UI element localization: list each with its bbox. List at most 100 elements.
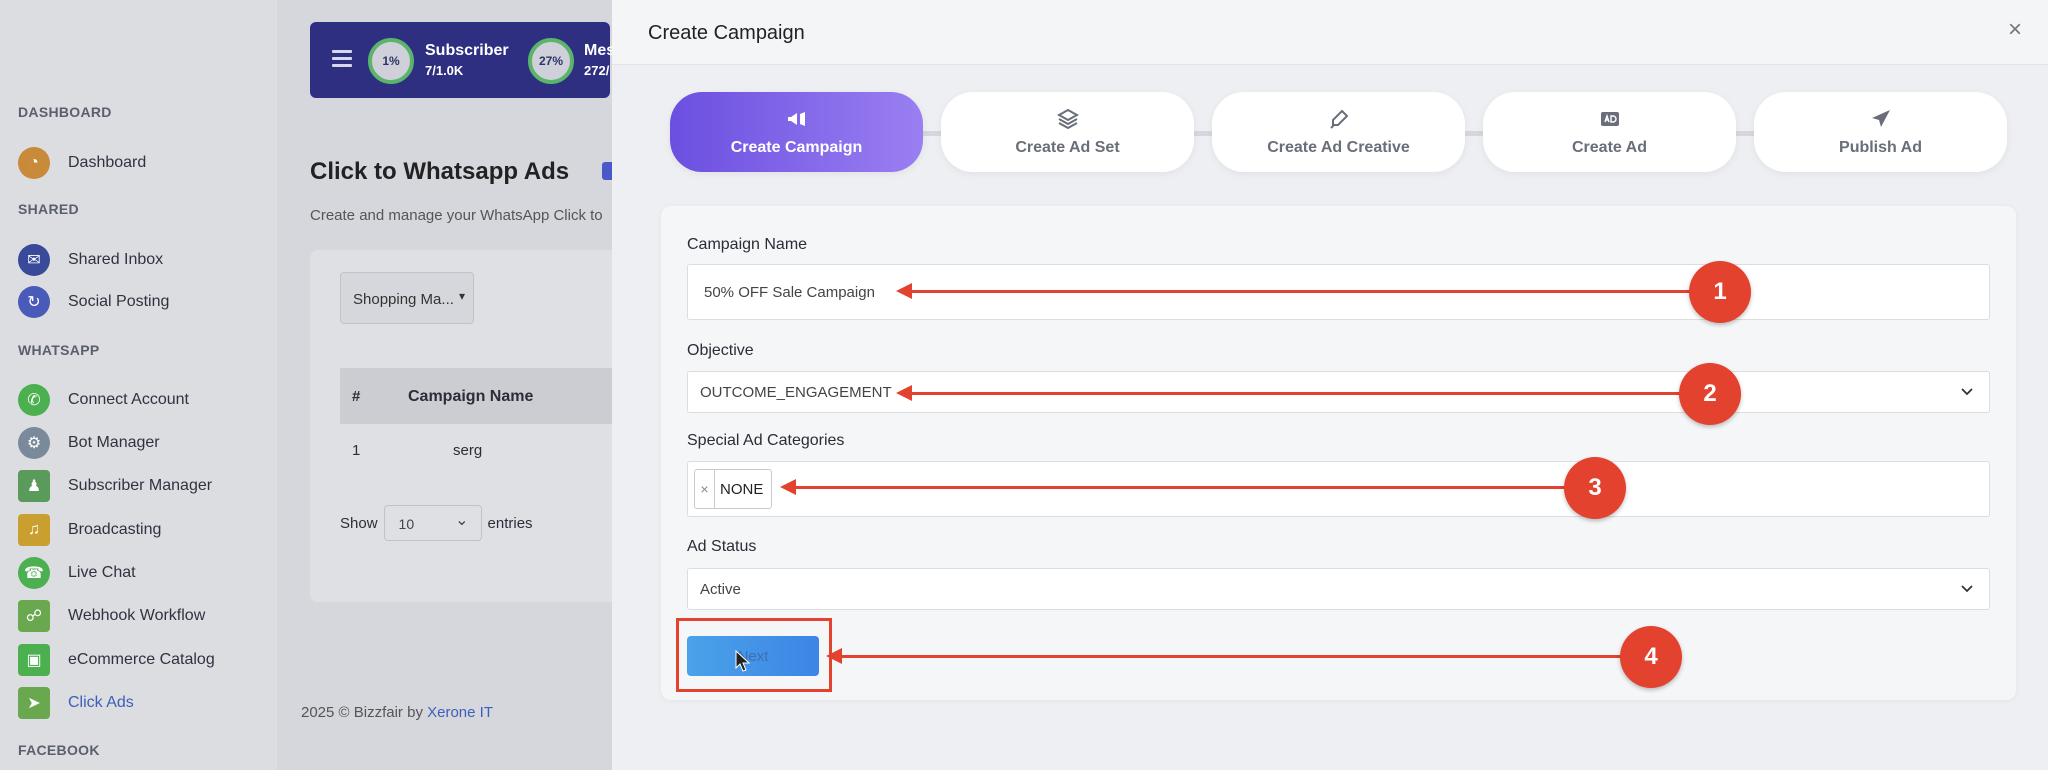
ad-status-select[interactable]: Active (687, 568, 1990, 610)
step-create-ad-creative[interactable]: Create Ad Creative (1212, 92, 1465, 172)
subscriber-label: Subscriber (425, 42, 509, 59)
sidebar-item-label: Broadcasting (68, 521, 162, 538)
campaign-form: Campaign Name Objective OUTCOME_ENGAGEME… (661, 206, 2016, 700)
account-filter-dropdown[interactable]: Shopping Ma... (340, 272, 474, 324)
sidebar-item-label: Subscriber Manager (68, 477, 213, 494)
sidebar-item-subscriber-manager[interactable]: ♟ Subscriber Manager (18, 469, 268, 503)
sidebar-item-dashboard[interactable]: ◔ Dashboard (18, 146, 268, 180)
page-subtitle: Create and manage your WhatsApp Click to (310, 207, 603, 224)
layers-icon (1056, 108, 1079, 130)
category-tag-value: NONE (720, 480, 764, 498)
chat-icon: ☎ (18, 557, 50, 589)
sidebar-item-connect-account[interactable]: ✆ Connect Account (18, 383, 268, 417)
message-usage: Mes 272/ (584, 42, 615, 78)
sidebar-item-live-chat[interactable]: ☎ Live Chat (18, 556, 268, 590)
annotation-badge-1: 1 (1689, 261, 1751, 323)
sidebar-item-ecommerce-catalog[interactable]: ▣ eCommerce Catalog (18, 643, 268, 677)
chevron-down-icon (1961, 585, 1973, 593)
annotation-arrow-1 (896, 283, 1690, 299)
message-count: 272/ (584, 63, 610, 78)
bot-icon: ⚙ (18, 427, 50, 459)
step-label: Create Ad (1572, 139, 1647, 156)
send-icon (1871, 110, 1890, 127)
step-label: Create Ad Creative (1267, 139, 1410, 156)
entries-label: entries (487, 514, 533, 532)
sidebar-item-social-posting[interactable]: ↻ Social Posting (18, 285, 268, 319)
annotation-badge-2: 2 (1679, 363, 1741, 425)
special-ad-categories-input[interactable]: × NONE (687, 461, 1990, 517)
close-icon[interactable]: × (2000, 16, 2030, 44)
annotation-highlight-box (676, 618, 832, 692)
sidebar-item-webhook-workflow[interactable]: ☍ Webhook Workflow (18, 599, 268, 633)
sidebar-section-shared: SHARED (18, 201, 79, 217)
sidebar-section-facebook: FACEBOOK (18, 742, 100, 758)
sidebar: DASHBOARD ◔ Dashboard SHARED ✉ Shared In… (0, 0, 277, 770)
category-tag: × NONE (694, 469, 773, 509)
share-icon: ↻ (18, 286, 50, 318)
step-label: Create Ad Set (1015, 139, 1120, 156)
objective-value: OUTCOME_ENGAGEMENT (700, 383, 892, 401)
row-number: 1 (352, 442, 361, 459)
row-campaign-name: serg (453, 442, 483, 459)
objective-label: Objective (687, 342, 754, 359)
entries-select[interactable]: 10 (383, 505, 482, 541)
step-label: Publish Ad (1839, 139, 1922, 156)
subscriber-count: 7/1.0K (425, 63, 464, 78)
whatsapp-icon: ✆ (18, 384, 50, 416)
mouse-pointer-icon (735, 650, 751, 672)
sidebar-item-label: eCommerce Catalog (68, 651, 215, 668)
chevron-down-icon (1961, 388, 1973, 396)
step-create-ad[interactable]: Create Ad (1483, 92, 1736, 172)
table-header: # Campaign Name (340, 368, 640, 424)
step-create-ad-set[interactable]: Create Ad Set (941, 92, 1194, 172)
show-label: Show (340, 514, 378, 532)
annotation-arrow-3 (780, 479, 1566, 495)
sidebar-item-shared-inbox[interactable]: ✉ Shared Inbox (18, 243, 268, 277)
step-label: Create Campaign (730, 139, 863, 156)
sidebar-item-label: Social Posting (68, 293, 170, 310)
subscriber-usage: Subscriber 7/1.0K (425, 42, 509, 78)
special-ad-categories-label: Special Ad Categories (687, 432, 845, 449)
ad-status-label: Ad Status (687, 538, 757, 555)
ads-icon: ➤ (18, 687, 50, 719)
campaign-name-label: Campaign Name (687, 236, 808, 253)
sidebar-item-broadcasting[interactable]: ♫ Broadcasting (18, 513, 268, 547)
sidebar-item-label: Click Ads (68, 694, 134, 711)
sidebar-item-bot-manager[interactable]: ⚙ Bot Manager (18, 426, 268, 460)
gauge-icon: ◔ (18, 147, 50, 179)
footer-link[interactable]: Xerone IT (427, 704, 493, 721)
footer: 2025 © Bizzfair by Xerone IT (301, 704, 493, 721)
sidebar-item-label: Webhook Workflow (68, 607, 206, 624)
sidebar-item-label: Shared Inbox (68, 251, 164, 268)
users-icon: ♟ (18, 470, 50, 502)
step-publish-ad[interactable]: Publish Ad (1754, 92, 2007, 172)
entries-control: Show 10 entries (340, 505, 533, 541)
annotation-arrow-2 (896, 385, 1680, 401)
subscriber-usage-circle: 1% (368, 38, 414, 84)
menu-icon[interactable] (332, 50, 352, 71)
page-title: Click to Whatsapp Ads (310, 158, 570, 185)
pen-icon (1329, 109, 1348, 129)
workflow-icon: ☍ (18, 600, 50, 632)
sidebar-item-click-ads[interactable]: ➤ Click Ads (18, 686, 268, 720)
bag-icon: ▣ (18, 644, 50, 676)
sidebar-section-dashboard: DASHBOARD (18, 104, 112, 120)
ad-icon (1600, 112, 1619, 126)
footer-text: 2025 © Bizzfair by (301, 704, 428, 721)
sidebar-item-label: Live Chat (68, 564, 136, 581)
column-header-campaign-name: Campaign Name (408, 388, 534, 405)
sidebar-section-whatsapp: WHATSAPP (18, 342, 100, 358)
top-bar: 1% Subscriber 7/1.0K 27% Mes 272/ (310, 22, 615, 98)
remove-tag-icon[interactable]: × (695, 469, 715, 509)
sidebar-item-label: Connect Account (68, 391, 189, 408)
annotation-arrow-4 (826, 648, 1622, 664)
campaign-table-card: Shopping Ma... # Campaign Name 1 serg S … (310, 250, 646, 602)
ad-status-value: Active (700, 580, 741, 598)
annotation-badge-3: 3 (1564, 457, 1626, 519)
message-usage-circle: 27% (528, 38, 574, 84)
sidebar-item-label: Bot Manager (68, 434, 160, 451)
megaphone-icon: ♫ (18, 514, 50, 546)
modal-title: Create Campaign (648, 22, 805, 44)
step-create-campaign[interactable]: Create Campaign (670, 92, 923, 172)
message-label: Mes (584, 42, 616, 59)
